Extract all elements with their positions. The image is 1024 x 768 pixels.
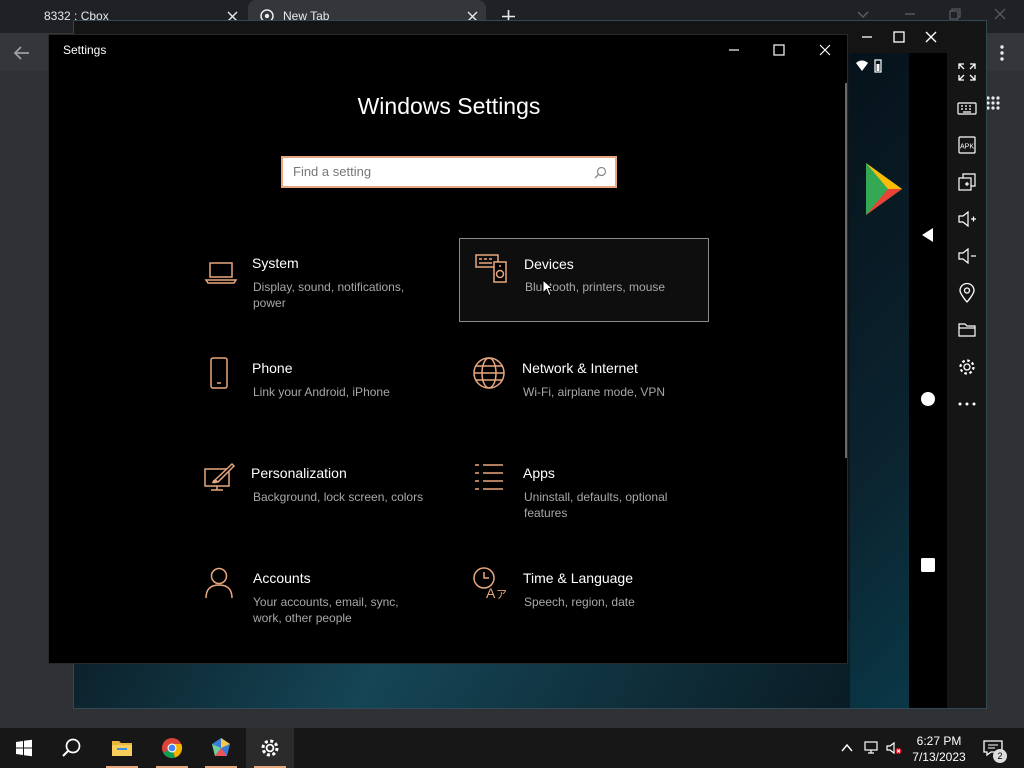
tile-title: Devices (524, 256, 574, 272)
location-pin-icon[interactable] (957, 283, 977, 303)
maximize-icon[interactable] (772, 43, 786, 57)
android-recents-icon[interactable] (918, 555, 938, 575)
tile-description: Uninstall, defaults, optional features (524, 490, 668, 520)
maximize-icon[interactable] (892, 30, 906, 44)
search-input[interactable]: Find a setting (281, 156, 617, 188)
back-arrow-icon[interactable] (12, 43, 32, 63)
start-button[interactable] (0, 728, 48, 768)
clock-date: 7/13/2023 (912, 750, 966, 764)
tile-description: Background, lock screen, colors (253, 490, 424, 504)
svg-text:ア: ア (496, 589, 506, 600)
globe-icon (473, 357, 505, 389)
tile-title: Time & Language (523, 570, 633, 586)
taskbar-emulator-app[interactable] (197, 728, 245, 768)
search-placeholder: Find a setting (293, 164, 372, 179)
taskbar (0, 728, 1024, 768)
apps-list-icon (475, 464, 503, 490)
tile-title: Apps (523, 465, 555, 481)
multi-instance-icon[interactable] (957, 172, 977, 192)
close-icon[interactable] (818, 43, 832, 57)
time-language-icon: Aア (473, 567, 506, 600)
tile-description: Wi-Fi, airplane mode, VPN (523, 385, 666, 399)
chevron-up-icon[interactable] (839, 740, 855, 756)
page-title: Windows Settings (357, 93, 541, 119)
notification-count-badge: 2 (993, 749, 1007, 763)
gear-icon (261, 739, 279, 757)
clock-time: 6:27 PM (916, 734, 962, 748)
network-icon[interactable] (863, 740, 879, 756)
android-back-icon[interactable] (918, 225, 938, 245)
apk-install-icon[interactable]: APK (957, 135, 977, 155)
android-home-icon[interactable] (918, 389, 938, 409)
tile-personalization[interactable]: Personalization Background, lock screen,… (199, 453, 449, 537)
taskbar-search-button[interactable] (48, 728, 96, 768)
volume-up-icon[interactable] (957, 209, 977, 229)
taskbar-file-explorer[interactable] (98, 728, 146, 768)
tile-network-internet[interactable]: Network & Internet Wi-Fi, airplane mode,… (469, 348, 719, 432)
tile-system[interactable]: System Display, sound, notifications, po… (199, 243, 449, 327)
folder-icon[interactable] (957, 320, 977, 340)
person-icon (205, 567, 233, 599)
laptop-icon (204, 262, 238, 284)
search-icon (594, 166, 607, 179)
more-vertical-icon[interactable] (998, 44, 1006, 62)
tile-description: Speech, region, date (524, 595, 635, 609)
taskbar-settings[interactable] (246, 728, 294, 768)
svg-text:APK: APK (960, 144, 974, 151)
tile-description: Display, sound, notifications, power (253, 280, 405, 310)
svg-text:A: A (486, 585, 496, 600)
minimize-icon[interactable] (860, 30, 874, 44)
keyboard-icon[interactable] (957, 98, 977, 118)
tile-description: Link your Android, iPhone (253, 385, 390, 399)
tile-time-language[interactable]: Aア Time & Language Speech, region, date (469, 558, 719, 642)
chrome-icon (162, 738, 183, 758)
wifi-battery-status-icon (856, 59, 882, 73)
tile-title: Phone (252, 360, 293, 376)
phone-icon (210, 357, 228, 389)
tile-devices[interactable]: Devices Bluetooth, printers, mouse (459, 238, 709, 322)
tile-description: Your accounts, email, sync, work, other … (253, 595, 399, 625)
android-nav-bar (909, 53, 947, 708)
volume-down-icon[interactable] (957, 246, 977, 266)
settings-window: Settings Windows Settings Find a setting… (48, 34, 848, 664)
devices-icon (475, 254, 507, 283)
window-title: Settings (63, 43, 107, 57)
minimize-icon[interactable] (727, 43, 741, 57)
tile-phone[interactable]: Phone Link your Android, iPhone (199, 348, 449, 432)
apps-grid-icon[interactable] (986, 96, 1000, 110)
more-horizontal-icon[interactable] (957, 394, 977, 414)
close-icon[interactable] (992, 6, 1008, 22)
tile-accounts[interactable]: Accounts Your accounts, email, sync, wor… (199, 558, 449, 642)
tile-title: Network & Internet (522, 360, 638, 376)
taskbar-chrome[interactable] (148, 728, 196, 768)
close-icon[interactable] (924, 30, 938, 44)
mouse-cursor-icon (542, 279, 553, 297)
folder-icon (112, 741, 132, 756)
tile-apps[interactable]: Apps Uninstall, defaults, optional featu… (469, 453, 719, 537)
play-store-icon[interactable] (864, 161, 904, 217)
personalization-icon (204, 462, 236, 491)
emulator-toolbar: APK (947, 21, 986, 708)
windows-logo-icon (16, 739, 32, 757)
gear-icon[interactable] (957, 357, 977, 377)
emulator-app-icon (212, 738, 230, 756)
scrollbar[interactable] (845, 83, 847, 458)
fullscreen-icon[interactable] (957, 62, 977, 82)
tile-title: Accounts (253, 570, 311, 586)
search-icon (62, 738, 81, 757)
tile-title: Personalization (251, 465, 347, 481)
taskbar-clock[interactable]: 6:27 PM 7/13/2023 (900, 733, 978, 765)
tile-title: System (252, 255, 299, 271)
